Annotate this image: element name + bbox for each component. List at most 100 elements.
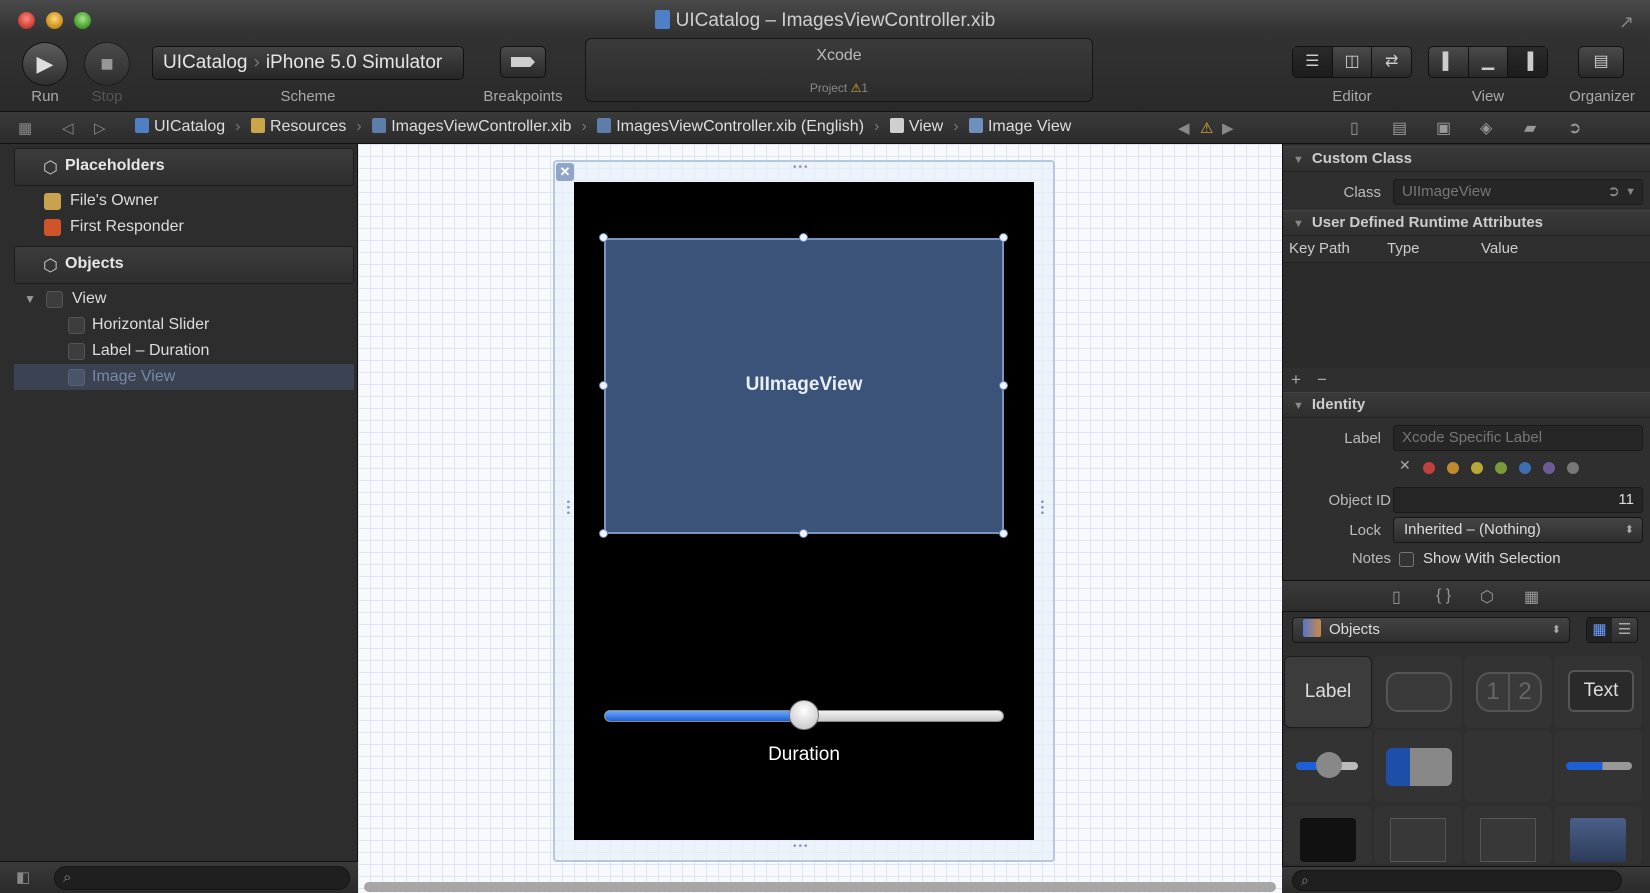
utilities-toggle-icon[interactable]: ▐ (1508, 47, 1548, 77)
custom-class-header[interactable]: ▼ Custom Class (1283, 146, 1650, 172)
library-filter-popup[interactable]: Objects ⬍ (1292, 617, 1570, 643)
quick-help-icon[interactable]: ▤ (1392, 118, 1407, 138)
back-arrow-icon[interactable]: ◁ (62, 119, 74, 137)
organizer-button[interactable]: ▤ (1578, 46, 1624, 78)
outline-item-label-duration[interactable]: Label – Duration (14, 338, 354, 364)
forward-arrow-icon[interactable]: ▷ (94, 119, 106, 137)
outline-item-files-owner[interactable]: File's Owner (14, 188, 354, 214)
breadcrumb-image-view[interactable]: Image View (968, 118, 1071, 135)
assistant-editor-icon[interactable]: ◫ (1333, 47, 1373, 77)
label-color-yellow[interactable] (1471, 462, 1483, 474)
library-item-switch[interactable] (1374, 730, 1462, 802)
stop-button[interactable]: ■ (84, 42, 130, 86)
file-template-library-icon[interactable]: ▯ (1392, 587, 1401, 607)
issue-warning-icon[interactable]: ⚠ (1200, 119, 1213, 137)
library-item-progress-view[interactable] (1554, 730, 1642, 802)
resize-handle[interactable] (799, 529, 808, 538)
resize-handle[interactable] (599, 233, 608, 242)
show-with-selection-checkbox[interactable] (1399, 552, 1414, 567)
lock-popup[interactable]: Inherited – (Nothing) ⬍ (1393, 517, 1643, 543)
attributes-inspector-icon[interactable]: ◈ (1480, 118, 1492, 138)
add-attribute-button[interactable]: + (1291, 370, 1301, 390)
library-item-image-view[interactable] (1554, 806, 1642, 864)
runtime-attributes-header[interactable]: ▼ User Defined Runtime Attributes (1283, 210, 1650, 236)
breadcrumb-view[interactable]: View (889, 118, 943, 135)
resize-handle[interactable] (799, 233, 808, 242)
breadcrumb-project[interactable]: UICatalog (135, 118, 225, 135)
class-field[interactable]: UIImageView ➲ ▼ (1393, 179, 1643, 205)
label-color-blue[interactable] (1519, 462, 1531, 474)
library-item-activity-indicator[interactable] (1464, 730, 1552, 802)
library-filter-field[interactable]: ⌕ (1292, 870, 1622, 891)
breakpoints-button[interactable] (500, 46, 546, 78)
resize-handle[interactable] (999, 381, 1008, 390)
version-editor-icon[interactable]: ⇄ (1372, 47, 1411, 77)
debug-area-toggle-icon[interactable]: ▁ (1469, 47, 1509, 77)
next-issue-icon[interactable]: ▶ (1222, 119, 1234, 137)
size-inspector-icon[interactable]: ▰ (1524, 118, 1536, 138)
navigator-toggle-icon[interactable]: ▌ (1429, 47, 1469, 77)
library-item-text-field[interactable]: Text (1554, 656, 1642, 728)
canvas-horizontal-scrollbar[interactable] (364, 882, 1276, 892)
outline-item-image-view[interactable]: Image View (14, 364, 354, 390)
media-library-icon[interactable]: ▦ (1524, 587, 1539, 607)
standard-editor-icon[interactable]: ☰ (1293, 47, 1333, 77)
scheme-popup[interactable]: UICatalog › iPhone 5.0 Simulator (152, 46, 464, 80)
fullscreen-icon[interactable]: ↗ (1619, 12, 1634, 33)
breadcrumb-xib[interactable]: ImagesViewController.xib (372, 118, 571, 135)
related-items-icon[interactable]: ▦ (18, 119, 32, 137)
column-key-path[interactable]: Key Path (1289, 240, 1350, 257)
chevron-down-icon[interactable]: ▼ (1625, 180, 1636, 204)
resize-handle-right-icon[interactable]: ••• (1036, 500, 1047, 517)
resize-handle-bottom-icon[interactable]: ••• (793, 841, 810, 852)
library-item-table-view-cell[interactable] (1464, 806, 1552, 864)
previous-issue-icon[interactable]: ◀ (1178, 119, 1190, 137)
outline-item-view[interactable]: ▼ View (14, 286, 354, 312)
library-item-segmented-control[interactable]: 1 2 (1464, 656, 1552, 728)
library-item-label[interactable]: Label (1284, 656, 1372, 728)
file-inspector-icon[interactable]: ▯ (1350, 118, 1359, 138)
connections-inspector-icon[interactable]: ➲ (1568, 118, 1581, 138)
outline-item-horizontal-slider[interactable]: Horizontal Slider (14, 312, 354, 338)
object-id-field[interactable]: 11 (1393, 487, 1643, 513)
resize-handle[interactable] (999, 233, 1008, 242)
resize-handle-top-icon[interactable]: ••• (793, 162, 810, 173)
identity-inspector-icon[interactable]: ▣ (1436, 118, 1451, 138)
breadcrumb-localization[interactable]: ImagesViewController.xib (English) (597, 118, 864, 135)
label-color-orange[interactable] (1447, 462, 1459, 474)
xcode-label-field[interactable]: Xcode Specific Label (1393, 425, 1643, 451)
image-view[interactable]: UIImageView (604, 238, 1004, 534)
label-color-purple[interactable] (1543, 462, 1555, 474)
label-color-red[interactable] (1423, 462, 1435, 474)
close-scene-icon[interactable]: ✕ (556, 163, 574, 181)
hide-outline-icon[interactable]: ◧ (16, 868, 30, 886)
library-item-page-control[interactable] (1284, 806, 1372, 864)
breadcrumb-group[interactable]: Resources (250, 118, 346, 135)
object-library-icon[interactable]: ⬡ (1480, 587, 1494, 607)
go-to-class-icon[interactable]: ➲ (1607, 180, 1620, 204)
code-snippet-library-icon[interactable]: { } (1436, 587, 1451, 605)
identity-header[interactable]: ▼ Identity (1283, 392, 1650, 418)
slider-thumb[interactable] (789, 700, 819, 730)
label-color-gray[interactable] (1567, 462, 1579, 474)
list-view-icon[interactable]: ☰ (1612, 618, 1637, 642)
resize-handle[interactable] (999, 529, 1008, 538)
outline-item-first-responder[interactable]: First Responder (14, 214, 354, 240)
run-button[interactable]: ▶ (22, 42, 68, 86)
library-item-slider[interactable] (1284, 730, 1372, 802)
column-type[interactable]: Type (1387, 240, 1420, 257)
activity-status[interactable]: Project ⚠1 (586, 81, 1092, 95)
runtime-attributes-table[interactable] (1283, 262, 1650, 368)
column-value[interactable]: Value (1481, 240, 1518, 257)
library-item-round-rect-button[interactable] (1374, 656, 1462, 728)
resize-handle-left-icon[interactable]: ••• (562, 500, 573, 517)
grid-view-icon[interactable]: ▦ (1587, 618, 1612, 642)
remove-attribute-button[interactable]: − (1317, 370, 1327, 390)
resize-handle[interactable] (599, 381, 608, 390)
resize-handle[interactable] (599, 529, 608, 538)
library-item-table-view[interactable] (1374, 806, 1462, 864)
clear-label-color-icon[interactable]: ✕ (1399, 457, 1411, 474)
disclosure-triangle-icon[interactable]: ▼ (24, 286, 36, 312)
duration-label[interactable]: Duration (604, 744, 1004, 766)
outline-filter-field[interactable]: ⌕ (54, 866, 350, 890)
